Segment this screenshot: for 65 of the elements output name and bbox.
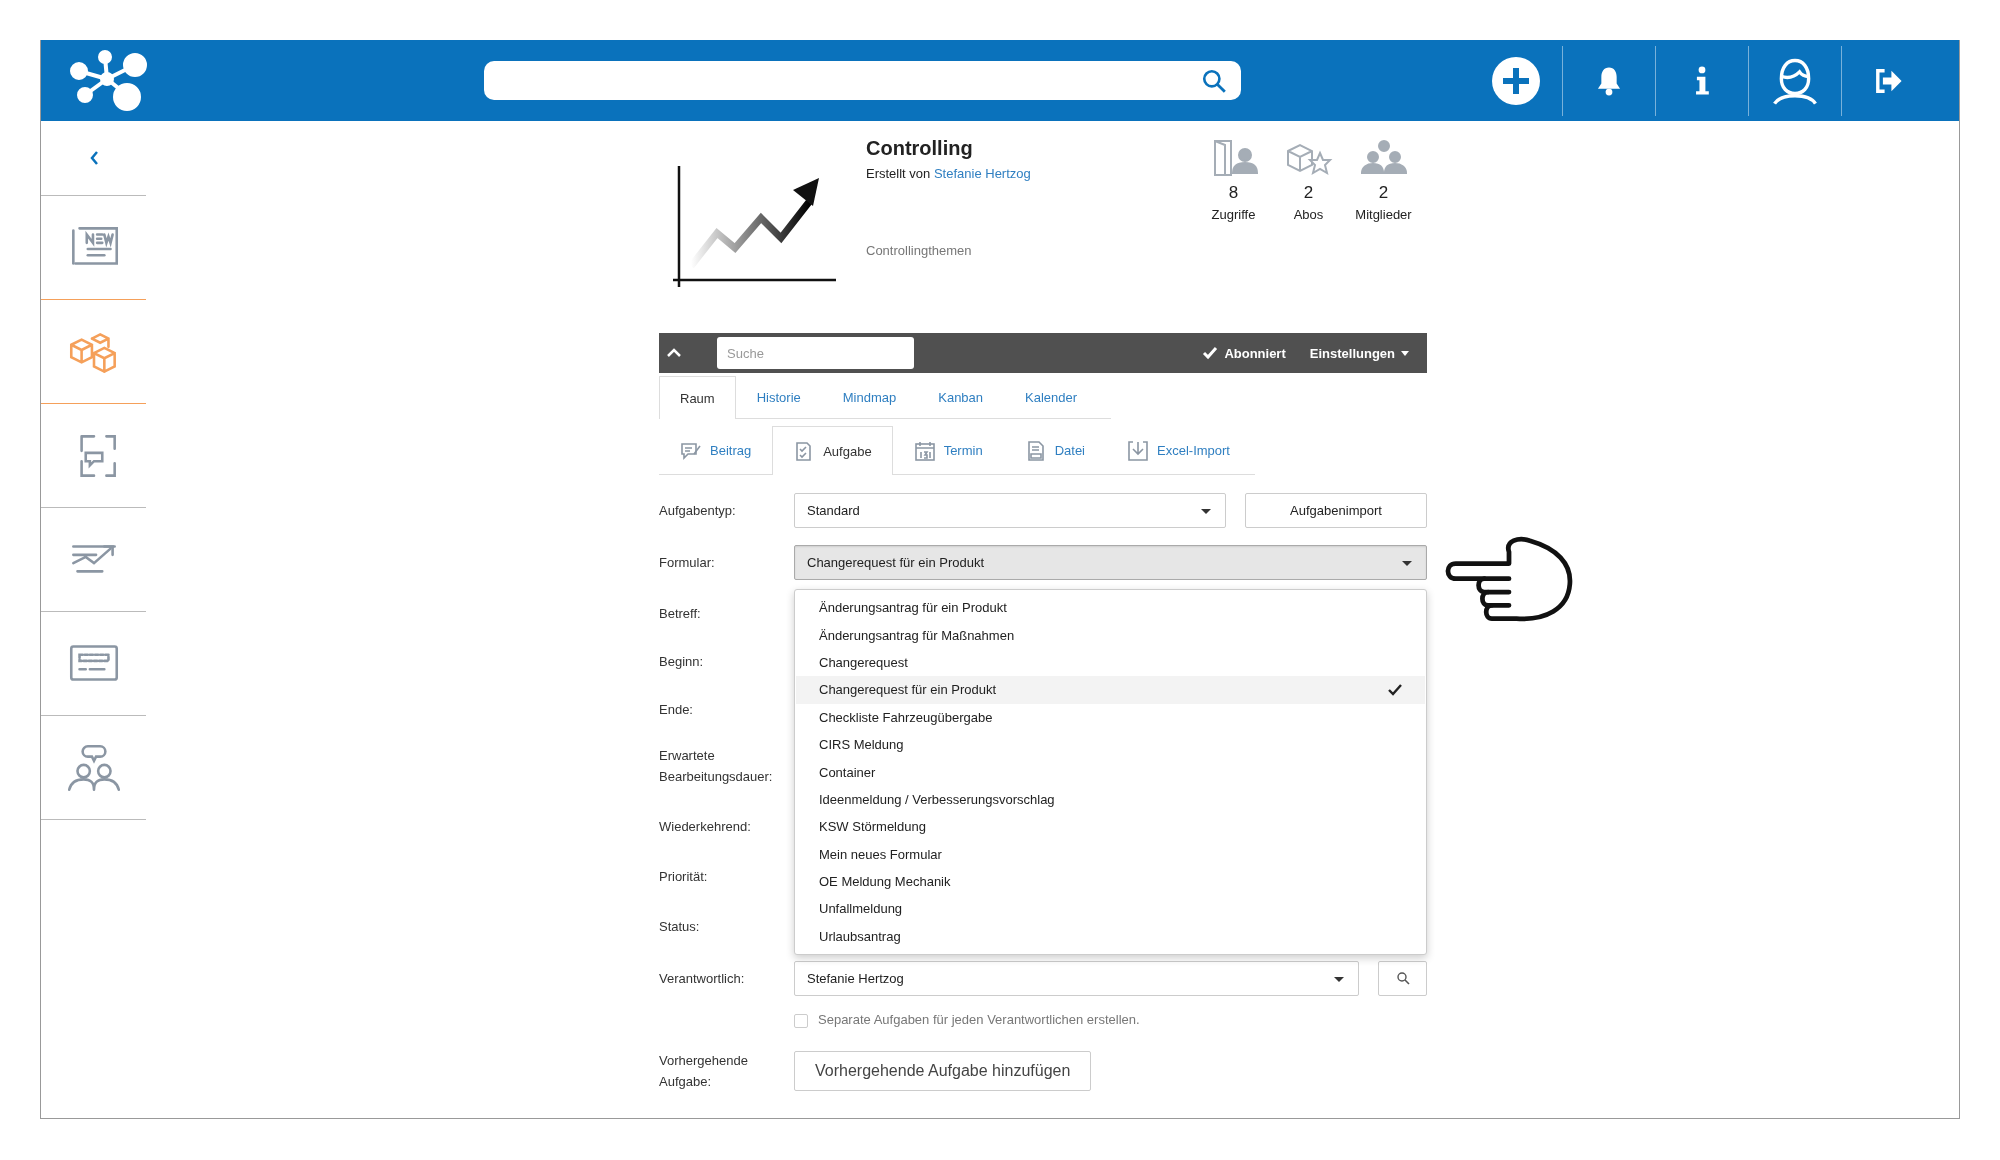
room-title: Controlling bbox=[866, 137, 974, 160]
field-label: Aufgabentyp: bbox=[659, 501, 737, 520]
add-previous-task-button[interactable]: Vorhergehende Aufgabe hinzufügen bbox=[794, 1051, 1092, 1091]
field-label: Formular: bbox=[659, 553, 716, 572]
menu-item[interactable]: Ideenmeldung / Verbesserungsvorschlag bbox=[796, 785, 1425, 814]
menu-item[interactable]: OE Meldung Mechanik bbox=[796, 867, 1425, 896]
checkbox[interactable] bbox=[794, 1014, 808, 1028]
download-icon bbox=[1127, 439, 1149, 462]
tab[interactable]: Mindmap bbox=[821, 376, 918, 418]
add-icon[interactable] bbox=[1491, 55, 1541, 106]
field-label: Erwartete Bearbeitungsdauer: bbox=[659, 747, 774, 786]
field-label: Status: bbox=[659, 917, 701, 936]
menu-item[interactable]: CIRS Meldung bbox=[796, 730, 1425, 759]
stat-value: 2 bbox=[1303, 183, 1314, 203]
collapse-caret-icon[interactable] bbox=[666, 348, 682, 358]
task-type-select[interactable]: Standard bbox=[794, 492, 1226, 528]
search-icon[interactable] bbox=[1201, 67, 1227, 94]
checkbox-label: Separate Aufgaben für jeden Verantwortlichen erstellen. bbox=[818, 1011, 1140, 1027]
stat-label: Zugriffe bbox=[1211, 207, 1256, 222]
calendar-icon bbox=[913, 439, 936, 462]
stat-label: Abos bbox=[1293, 207, 1324, 222]
menu-item[interactable]: Änderungsantrag für Maßnahmen bbox=[796, 621, 1425, 649]
field-label: Ende: bbox=[659, 700, 694, 719]
create-tab[interactable]: Excel-Import bbox=[1106, 426, 1251, 474]
search-field[interactable] bbox=[484, 61, 1241, 100]
create-tab[interactable]: Beitrag bbox=[659, 426, 773, 474]
author-link[interactable]: Stefanie Hertzog bbox=[933, 166, 1031, 181]
field-label: Beginn: bbox=[659, 653, 705, 671]
create-tab[interactable]: Aufgabe bbox=[772, 426, 893, 475]
checkmark-icon bbox=[1388, 683, 1402, 696]
room-description: Controllingthemen bbox=[866, 243, 973, 258]
menu-item[interactable]: Checkliste Fahrzeugübergabe bbox=[796, 703, 1425, 731]
stat-value: 2 bbox=[1378, 183, 1389, 203]
menu-item[interactable]: Urlaubsantrag bbox=[796, 922, 1425, 951]
responsible-select[interactable]: Stefanie Hertzog bbox=[794, 960, 1360, 996]
menu-item[interactable]: Unfallmeldung bbox=[796, 895, 1425, 923]
menu-item[interactable]: Changerequest für ein Produkt bbox=[796, 676, 1425, 704]
subscribed-button[interactable]: Abonniert bbox=[1202, 345, 1286, 361]
field-label: Priorität: bbox=[659, 867, 709, 886]
field-label: Vorhergehende Aufgabe: bbox=[659, 1052, 749, 1091]
back-chevron-icon[interactable] bbox=[88, 150, 99, 166]
menu-item[interactable]: KSW Störmeldung bbox=[796, 813, 1425, 841]
menu-item[interactable]: Mein neues Formular bbox=[796, 840, 1425, 868]
menu-item[interactable]: Änderungsantrag für ein Produkt bbox=[796, 594, 1425, 622]
settings-dropdown[interactable]: Einstellungen bbox=[1309, 345, 1409, 361]
tab[interactable]: Historie bbox=[735, 376, 822, 418]
tab[interactable]: Raum bbox=[659, 376, 736, 419]
form-select[interactable]: Changerequest für ein Produkt bbox=[794, 544, 1427, 580]
group-icon bbox=[1358, 137, 1409, 177]
search-button[interactable] bbox=[1378, 960, 1427, 996]
field-label: Wiederkehrend: bbox=[659, 817, 752, 836]
menu-item[interactable]: Changerequest bbox=[796, 648, 1425, 677]
stat-value: 8 bbox=[1228, 183, 1239, 203]
create-tab[interactable]: Datei bbox=[1003, 426, 1106, 474]
search-icon bbox=[1395, 971, 1410, 985]
search-field[interactable]: Suche bbox=[717, 337, 914, 369]
field-label: Betreff: bbox=[659, 604, 702, 623]
field-label: Verantwortlich: bbox=[659, 969, 746, 988]
stat-label: Mitglieder bbox=[1355, 207, 1412, 222]
create-tab[interactable]: Termin bbox=[892, 426, 1004, 474]
tab[interactable]: Kalender bbox=[1004, 376, 1099, 418]
menu-item[interactable]: Container bbox=[796, 758, 1425, 786]
byline-label: Erstellt von bbox=[866, 166, 931, 181]
tab[interactable]: Kanban bbox=[917, 376, 1005, 418]
task-import-button[interactable]: Aufgabenimport bbox=[1245, 492, 1427, 528]
